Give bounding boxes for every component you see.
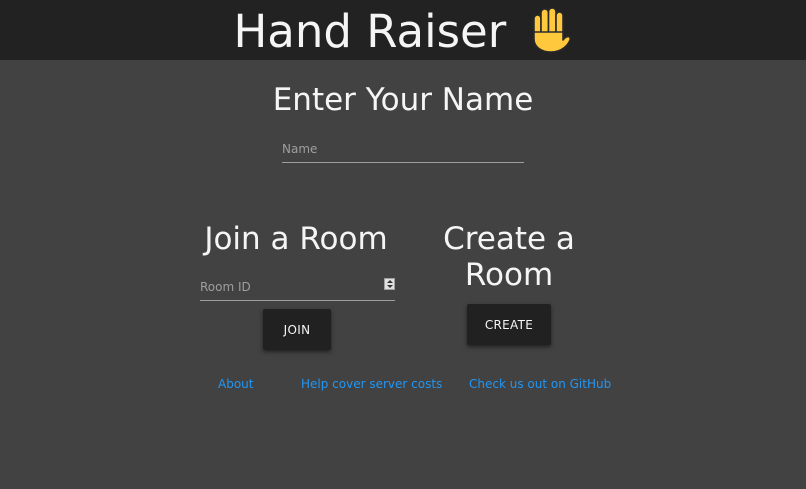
name-field[interactable] (282, 136, 524, 163)
room-id-input[interactable] (200, 274, 395, 300)
app-title: Hand Raiser (0, 0, 806, 64)
room-id-stepper[interactable] (384, 278, 395, 290)
app-title-text: Hand Raiser (233, 5, 507, 58)
room-id-field[interactable] (200, 274, 395, 301)
stepper-down-icon[interactable] (387, 285, 393, 288)
create-room-heading: Create a Room (443, 221, 575, 293)
create-button[interactable]: Create (467, 304, 551, 345)
server-costs-link[interactable]: Help cover server costs (301, 377, 442, 391)
github-link[interactable]: Check us out on GitHub (469, 377, 611, 391)
raised-hand-icon (532, 7, 571, 53)
stepper-up-icon[interactable] (387, 280, 393, 283)
name-heading: Enter Your Name (272, 82, 534, 118)
name-input[interactable] (282, 136, 524, 162)
join-room-heading: Join a Room (204, 221, 388, 257)
join-button[interactable]: Join (263, 309, 331, 350)
about-link[interactable]: About (218, 377, 253, 391)
